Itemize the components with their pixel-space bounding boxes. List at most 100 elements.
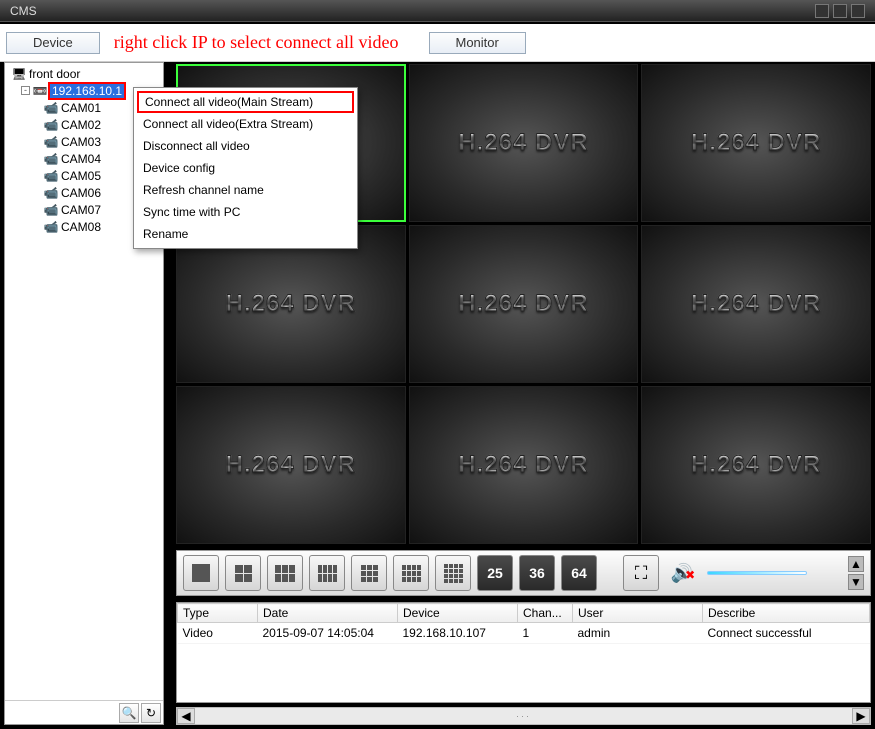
toolbar-top: Device right click IP to select connect …: [0, 22, 875, 62]
menu-connect-main[interactable]: Connect all video(Main Stream): [137, 91, 354, 113]
layout-1-button[interactable]: [183, 555, 219, 591]
cam-label: CAM04: [61, 152, 101, 166]
tree-ip-label: 192.168.10.1: [50, 84, 124, 98]
col-user[interactable]: User: [573, 604, 703, 623]
search-icon: 🔍: [122, 706, 137, 720]
close-button[interactable]: [851, 4, 865, 18]
menu-rename[interactable]: Rename: [137, 223, 354, 245]
placeholder-text: H.264 DVR: [226, 451, 356, 479]
cam-label: CAM07: [61, 203, 101, 217]
scroll-track[interactable]: ···: [195, 711, 852, 721]
col-chan[interactable]: Chan...: [518, 604, 573, 623]
tab-device[interactable]: Device: [6, 32, 100, 54]
context-menu: Connect all video(Main Stream) Connect a…: [133, 87, 358, 249]
video-cell[interactable]: H.264 DVR: [641, 64, 871, 222]
fullscreen-icon: ⛶: [635, 563, 648, 584]
refresh-icon: ↻: [146, 706, 156, 720]
col-device[interactable]: Device: [398, 604, 518, 623]
chevron-left-icon: ◀: [181, 709, 190, 723]
tree-root[interactable]: 🖥 front door: [7, 65, 163, 82]
volume-slider[interactable]: [707, 571, 807, 575]
minimize-button[interactable]: [815, 4, 829, 18]
layout-6-button[interactable]: [267, 555, 303, 591]
device-sidebar: 🖥 front door - 📼 192.168.10.1 📹CAM01 📹CA…: [4, 62, 164, 725]
layout-16-button[interactable]: [435, 555, 471, 591]
annotation-text: right click IP to select connect all vid…: [114, 32, 399, 53]
cell-chan: 1: [518, 623, 573, 644]
window-titlebar: CMS: [0, 0, 875, 22]
cell-date: 2015-09-07 14:05:04: [258, 623, 398, 644]
tab-monitor[interactable]: Monitor: [429, 32, 526, 54]
speaker-mute-icon: 🔊✖: [671, 563, 695, 584]
col-describe[interactable]: Describe: [703, 604, 870, 623]
fullscreen-button[interactable]: ⛶: [623, 555, 659, 591]
collapse-icon[interactable]: -: [21, 86, 30, 95]
chevron-up-icon: ▲: [850, 557, 862, 571]
video-cell[interactable]: H.264 DVR: [409, 225, 639, 383]
placeholder-text: H.264 DVR: [691, 290, 821, 318]
video-cell[interactable]: H.264 DVR: [409, 386, 639, 544]
device-icon: 📼: [32, 84, 48, 98]
placeholder-text: H.264 DVR: [226, 290, 356, 318]
layout-36-button[interactable]: 36: [519, 555, 555, 591]
horizontal-scrollbar[interactable]: ◀ ··· ▶: [176, 707, 871, 725]
log-panel: Type Date Device Chan... User Describe V…: [176, 602, 871, 703]
placeholder-text: H.264 DVR: [691, 451, 821, 479]
camera-icon: 📹: [43, 135, 59, 149]
cell-type: Video: [178, 623, 258, 644]
search-button[interactable]: 🔍: [119, 703, 139, 723]
placeholder-text: H.264 DVR: [458, 129, 588, 157]
camera-icon: 📹: [43, 169, 59, 183]
cam-label: CAM03: [61, 135, 101, 149]
sidebar-search: 🔍 ↻: [5, 700, 163, 724]
cam-label: CAM05: [61, 169, 101, 183]
cell-user: admin: [573, 623, 703, 644]
video-cell[interactable]: H.264 DVR: [641, 225, 871, 383]
scroll-left-button[interactable]: ◀: [177, 708, 195, 724]
page-down-button[interactable]: ▼: [848, 574, 864, 590]
tree-root-label: front door: [29, 67, 80, 81]
camera-icon: 📹: [43, 186, 59, 200]
camera-icon: 📹: [43, 101, 59, 115]
video-cell[interactable]: H.264 DVR: [176, 386, 406, 544]
cam-label: CAM06: [61, 186, 101, 200]
cam-label: CAM02: [61, 118, 101, 132]
layout-9-button[interactable]: [351, 555, 387, 591]
video-cell[interactable]: H.264 DVR: [409, 64, 639, 222]
monitor-icon: 🖥: [11, 67, 27, 81]
layout-8-button[interactable]: [309, 555, 345, 591]
cam-label: CAM01: [61, 101, 101, 115]
scroll-right-button[interactable]: ▶: [852, 708, 870, 724]
placeholder-text: H.264 DVR: [458, 451, 588, 479]
maximize-button[interactable]: [833, 4, 847, 18]
menu-sync-time[interactable]: Sync time with PC: [137, 201, 354, 223]
placeholder-text: H.264 DVR: [691, 129, 821, 157]
cell-device: 192.168.10.107: [398, 623, 518, 644]
mute-button[interactable]: 🔊✖: [665, 555, 701, 591]
layout-64-button[interactable]: 64: [561, 555, 597, 591]
layout-25-button[interactable]: 25: [477, 555, 513, 591]
cell-describe: Connect successful: [703, 623, 870, 644]
chevron-down-icon: ▼: [850, 575, 862, 589]
layout-4-button[interactable]: [225, 555, 261, 591]
refresh-button[interactable]: ↻: [141, 703, 161, 723]
col-type[interactable]: Type: [178, 604, 258, 623]
menu-refresh-channel[interactable]: Refresh channel name: [137, 179, 354, 201]
cam-label: CAM08: [61, 220, 101, 234]
window-title: CMS: [10, 4, 811, 18]
camera-icon: 📹: [43, 118, 59, 132]
log-table: Type Date Device Chan... User Describe V…: [177, 603, 870, 644]
layout-toolbar: 25 36 64 ⛶ 🔊✖ ▲ ▼: [176, 550, 871, 596]
col-date[interactable]: Date: [258, 604, 398, 623]
camera-icon: 📹: [43, 203, 59, 217]
log-row[interactable]: Video 2015-09-07 14:05:04 192.168.10.107…: [178, 623, 870, 644]
chevron-right-icon: ▶: [856, 709, 865, 723]
layout-13-button[interactable]: [393, 555, 429, 591]
page-up-button[interactable]: ▲: [848, 556, 864, 572]
menu-disconnect[interactable]: Disconnect all video: [137, 135, 354, 157]
placeholder-text: H.264 DVR: [458, 290, 588, 318]
camera-icon: 📹: [43, 220, 59, 234]
video-cell[interactable]: H.264 DVR: [641, 386, 871, 544]
menu-device-config[interactable]: Device config: [137, 157, 354, 179]
menu-connect-extra[interactable]: Connect all video(Extra Stream): [137, 113, 354, 135]
